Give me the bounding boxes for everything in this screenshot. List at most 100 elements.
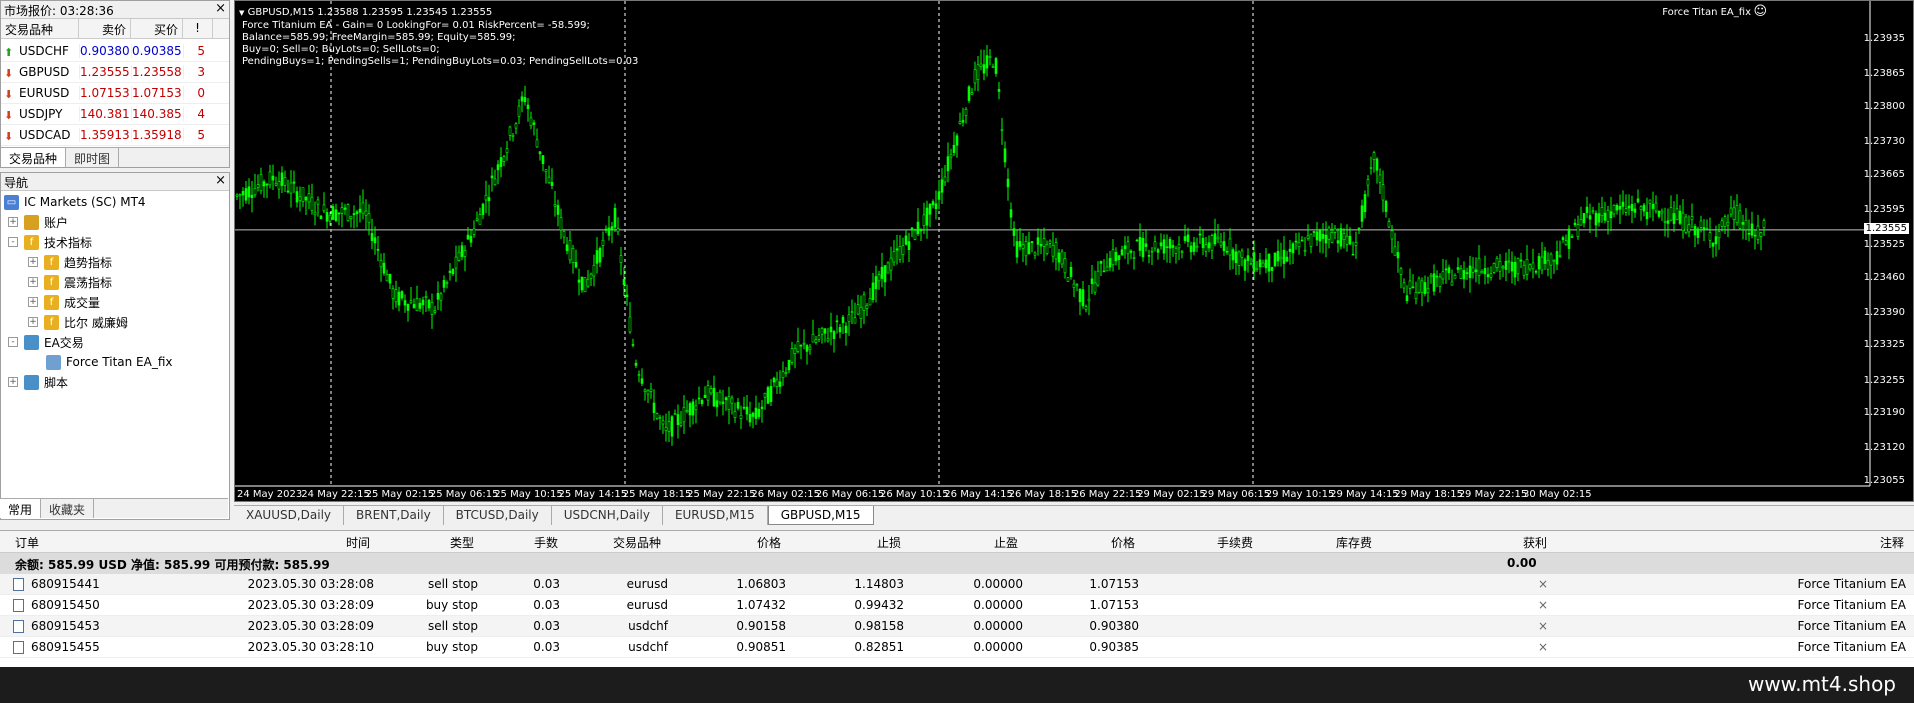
summary-text: 余额: 585.99 USD 净值: 585.99 可用预付款: 585.99 [15, 558, 330, 572]
expand-icon[interactable]: + [8, 217, 18, 227]
col-price2[interactable]: 价格 [1111, 534, 1135, 551]
price-chart[interactable]: ▼ GBPUSD,M15 1.23588 1.23595 1.23545 1.2… [234, 0, 1914, 502]
candle-body [334, 209, 338, 221]
chart-tab[interactable]: BRENT,Daily [344, 506, 444, 525]
expand-icon[interactable]: + [28, 277, 38, 287]
expand-icon[interactable]: + [8, 377, 18, 387]
candle-body [538, 151, 542, 155]
col-order[interactable]: 订单 [15, 534, 39, 551]
candle-body [961, 120, 965, 123]
chart-tab[interactable]: EURUSD,M15 [663, 506, 768, 525]
tab-symbols[interactable]: 交易品种 [1, 148, 67, 167]
navigator-item[interactable]: + 脚本 [8, 372, 68, 392]
candle-body [340, 207, 344, 214]
market-watch-row[interactable]: ⬆ USDCHF 0.90380 0.90385 5 [1, 41, 229, 62]
candle-body [640, 378, 644, 384]
spread-header[interactable]: ! [183, 19, 213, 38]
candle-body [418, 302, 422, 309]
candle-body [1189, 245, 1193, 253]
navigator-label: 成交量 [64, 295, 101, 310]
navigator-item[interactable]: + f 比尔 威廉姆 [28, 312, 128, 332]
candle-body [1006, 178, 1010, 188]
delete-order-icon[interactable]: × [1538, 598, 1548, 612]
navigator-item[interactable]: + 账户 [8, 212, 68, 232]
candle-body [1480, 270, 1484, 274]
navigator-item[interactable]: Force Titan EA_fix [46, 352, 173, 372]
expand-icon[interactable]: + [28, 257, 38, 267]
col-commission[interactable]: 手续费 [1217, 534, 1253, 551]
close-icon[interactable]: × [215, 173, 226, 188]
market-watch-row[interactable]: ⬇ USDJPY 140.381 140.385 4 [1, 104, 229, 125]
candle-body [400, 291, 404, 299]
col-price[interactable]: 价格 [757, 534, 781, 551]
candle-body [841, 316, 845, 323]
candle-body [1333, 228, 1337, 233]
navigator-item[interactable]: + f 成交量 [28, 292, 100, 312]
market-watch-row[interactable]: ⬇ GBPUSD 1.23555 1.23558 3 [1, 62, 229, 83]
col-profit[interactable]: 获利 [1523, 534, 1547, 551]
chart-tab[interactable]: XAUUSD,Daily [234, 506, 345, 525]
market-watch-row[interactable]: ⬇ EURUSD 1.07153 1.07153 0 [1, 83, 229, 104]
candle-body [1552, 259, 1556, 262]
candle-body [1159, 242, 1163, 247]
candle-body [307, 193, 311, 203]
chart-tab[interactable]: USDCNH,Daily [552, 506, 663, 525]
navigator-item[interactable]: - EA交易 [8, 332, 84, 352]
brand-watermark: www.mt4.shop [1747, 672, 1896, 696]
delete-order-icon[interactable]: × [1538, 640, 1548, 654]
order-row[interactable]: 680915441 2023.05.30 03:28:08 sell stop 0.0… [0, 574, 1914, 595]
col-swap[interactable]: 库存费 [1336, 534, 1372, 551]
col-time[interactable]: 时间 [346, 534, 370, 551]
candle-body [1417, 278, 1421, 293]
bid-header[interactable]: 卖价 [79, 19, 131, 38]
candle-body [571, 248, 575, 264]
order-symbol-cell: usdchf [628, 619, 668, 633]
ask-header[interactable]: 买价 [131, 19, 183, 38]
price-tick-label: 1.23325 [1863, 339, 1905, 351]
col-lots[interactable]: 手数 [534, 534, 558, 551]
candle-body [724, 397, 728, 401]
candle-body [313, 211, 317, 216]
order-row[interactable]: 680915455 2023.05.30 03:28:10 buy stop 0.03… [0, 637, 1914, 658]
navigator-item[interactable]: + f 趋势指标 [28, 252, 112, 272]
candle-body [1261, 262, 1265, 267]
delete-order-icon[interactable]: × [1538, 577, 1548, 591]
order-row[interactable]: 680915450 2023.05.30 03:28:09 buy stop 0.03… [0, 595, 1914, 616]
col-symbol[interactable]: 交易品种 [613, 534, 661, 551]
chart-tab[interactable]: BTCUSD,Daily [444, 506, 552, 525]
order-row[interactable]: 680915453 2023.05.30 03:28:09 sell stop 0.0… [0, 616, 1914, 637]
candle-body [1693, 226, 1697, 236]
navigator-item[interactable]: ▭ IC Markets (SC) MT4 [4, 192, 146, 212]
candle-body [1063, 258, 1067, 274]
candle-body [886, 262, 890, 274]
close-icon[interactable]: × [215, 1, 226, 16]
col-tp[interactable]: 止盈 [994, 534, 1018, 551]
market-watch-row[interactable]: ⬇ USDCAD 1.35913 1.35918 5 [1, 125, 229, 146]
expand-icon[interactable]: + [28, 317, 38, 327]
symbol-header[interactable]: 交易品种 [1, 19, 79, 38]
candle-body [1726, 221, 1730, 226]
candle-body [619, 255, 623, 263]
tab-favorites[interactable]: 收藏夹 [41, 499, 95, 518]
candle-body [982, 64, 986, 74]
chart-tab[interactable]: GBPUSD,M15 [767, 506, 874, 525]
candle-body [1624, 208, 1628, 213]
candle-body [727, 396, 731, 410]
delete-order-icon[interactable]: × [1538, 619, 1548, 633]
col-sl[interactable]: 止损 [877, 534, 901, 551]
expert-advisors-icon [24, 334, 39, 350]
navigator-item[interactable]: + f 震荡指标 [28, 272, 112, 292]
expand-icon[interactable]: + [28, 297, 38, 307]
tab-common[interactable]: 常用 [0, 499, 42, 518]
candle-body [661, 420, 665, 425]
candle-body [1150, 250, 1154, 253]
col-comment[interactable]: 注释 [1880, 534, 1904, 551]
expand-icon[interactable]: - [8, 337, 18, 347]
navigator-item[interactable]: - f 技术指标 [8, 232, 92, 252]
chart-canvas[interactable] [235, 1, 1914, 502]
tab-tick-chart[interactable]: 即时图 [66, 148, 120, 167]
col-type[interactable]: 类型 [450, 534, 474, 551]
candle-body [1699, 220, 1703, 228]
candle-body [1090, 278, 1094, 284]
expand-icon[interactable]: - [8, 237, 18, 247]
